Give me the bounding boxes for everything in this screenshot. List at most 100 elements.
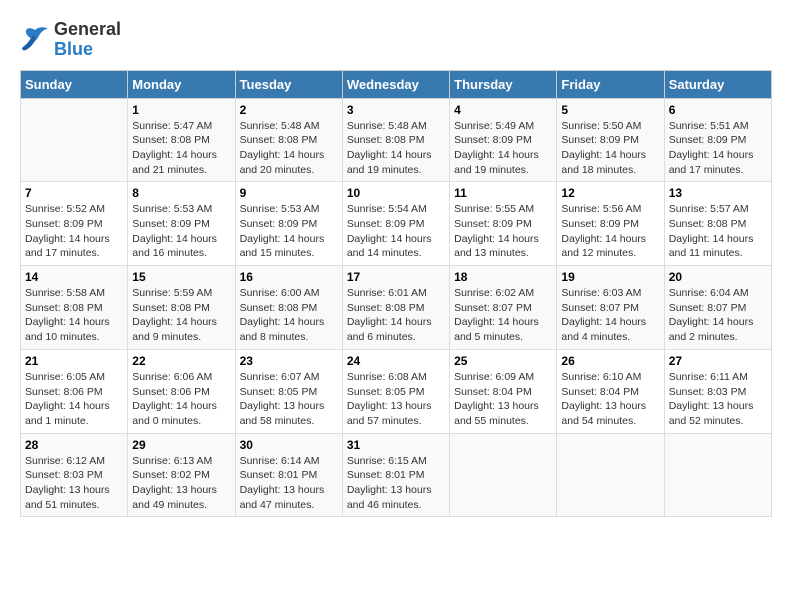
day-info: Sunrise: 5:57 AMSunset: 8:08 PMDaylight:… (669, 202, 767, 261)
day-number: 31 (347, 438, 445, 452)
day-info: Sunrise: 5:53 AMSunset: 8:09 PMDaylight:… (132, 202, 230, 261)
day-info: Sunrise: 5:58 AMSunset: 8:08 PMDaylight:… (25, 286, 123, 345)
calendar-cell: 26 Sunrise: 6:10 AMSunset: 8:04 PMDayligh… (557, 349, 664, 433)
day-info: Sunrise: 6:13 AMSunset: 8:02 PMDaylight:… (132, 454, 230, 513)
day-number: 4 (454, 103, 552, 117)
calendar-row: 21 Sunrise: 6:05 AMSunset: 8:06 PMDayligh… (21, 349, 772, 433)
calendar-cell: 18 Sunrise: 6:02 AMSunset: 8:07 PMDayligh… (450, 266, 557, 350)
day-number: 18 (454, 270, 552, 284)
logo-bird-icon (20, 26, 50, 54)
day-number: 23 (240, 354, 338, 368)
day-number: 2 (240, 103, 338, 117)
day-info: Sunrise: 6:02 AMSunset: 8:07 PMDaylight:… (454, 286, 552, 345)
day-number: 7 (25, 186, 123, 200)
day-number: 8 (132, 186, 230, 200)
calendar-cell: 28 Sunrise: 6:12 AMSunset: 8:03 PMDayligh… (21, 433, 128, 517)
day-number: 21 (25, 354, 123, 368)
calendar-cell: 30Sunrise: 6:14 AMSunset: 8:01 PMDayligh… (235, 433, 342, 517)
day-info: Sunrise: 5:59 AMSunset: 8:08 PMDaylight:… (132, 286, 230, 345)
calendar-cell: 17 Sunrise: 6:01 AMSunset: 8:08 PMDayligh… (342, 266, 449, 350)
calendar-cell: 9 Sunrise: 5:53 AMSunset: 8:09 PMDaylight… (235, 182, 342, 266)
calendar-cell: 6Sunrise: 5:51 AMSunset: 8:09 PMDaylight… (664, 98, 771, 182)
day-info: Sunrise: 5:52 AMSunset: 8:09 PMDaylight:… (25, 202, 123, 261)
day-number: 5 (561, 103, 659, 117)
logo-text-blue: Blue (54, 40, 121, 60)
calendar-cell: 15 Sunrise: 5:59 AMSunset: 8:08 PMDayligh… (128, 266, 235, 350)
calendar-row: 28 Sunrise: 6:12 AMSunset: 8:03 PMDayligh… (21, 433, 772, 517)
day-info: Sunrise: 5:48 AMSunset: 8:08 PMDaylight:… (347, 119, 445, 178)
calendar-row: 14 Sunrise: 5:58 AMSunset: 8:08 PMDayligh… (21, 266, 772, 350)
day-info: Sunrise: 6:09 AMSunset: 8:04 PMDaylight:… (454, 370, 552, 429)
column-header-tuesday: Tuesday (235, 70, 342, 98)
column-header-sunday: Sunday (21, 70, 128, 98)
page-header: General Blue (20, 20, 772, 60)
day-number: 6 (669, 103, 767, 117)
calendar-cell: 27Sunrise: 6:11 AMSunset: 8:03 PMDayligh… (664, 349, 771, 433)
day-number: 26 (561, 354, 659, 368)
calendar-cell: 24Sunrise: 6:08 AMSunset: 8:05 PMDayligh… (342, 349, 449, 433)
calendar-cell: 19Sunrise: 6:03 AMSunset: 8:07 PMDayligh… (557, 266, 664, 350)
calendar-cell: 12Sunrise: 5:56 AMSunset: 8:09 PMDayligh… (557, 182, 664, 266)
day-info: Sunrise: 6:07 AMSunset: 8:05 PMDaylight:… (240, 370, 338, 429)
calendar-cell: 29 Sunrise: 6:13 AMSunset: 8:02 PMDayligh… (128, 433, 235, 517)
day-info: Sunrise: 6:12 AMSunset: 8:03 PMDaylight:… (25, 454, 123, 513)
day-info: Sunrise: 6:06 AMSunset: 8:06 PMDaylight:… (132, 370, 230, 429)
day-number: 15 (132, 270, 230, 284)
calendar-cell (664, 433, 771, 517)
calendar-row: 7 Sunrise: 5:52 AMSunset: 8:09 PMDaylight… (21, 182, 772, 266)
calendar-cell: 2 Sunrise: 5:48 AMSunset: 8:08 PMDaylight… (235, 98, 342, 182)
day-number: 19 (561, 270, 659, 284)
day-number: 17 (347, 270, 445, 284)
day-number: 13 (669, 186, 767, 200)
day-info: Sunrise: 6:01 AMSunset: 8:08 PMDaylight:… (347, 286, 445, 345)
day-info: Sunrise: 5:47 AMSunset: 8:08 PMDaylight:… (132, 119, 230, 178)
day-number: 12 (561, 186, 659, 200)
day-info: Sunrise: 5:53 AMSunset: 8:09 PMDaylight:… (240, 202, 338, 261)
calendar-cell: 8 Sunrise: 5:53 AMSunset: 8:09 PMDaylight… (128, 182, 235, 266)
calendar-cell (21, 98, 128, 182)
calendar-cell: 21 Sunrise: 6:05 AMSunset: 8:06 PMDayligh… (21, 349, 128, 433)
calendar-cell: 22 Sunrise: 6:06 AMSunset: 8:06 PMDayligh… (128, 349, 235, 433)
day-number: 14 (25, 270, 123, 284)
day-number: 25 (454, 354, 552, 368)
calendar-cell: 11 Sunrise: 5:55 AMSunset: 8:09 PMDayligh… (450, 182, 557, 266)
calendar-cell: 3 Sunrise: 5:48 AMSunset: 8:08 PMDaylight… (342, 98, 449, 182)
day-number: 9 (240, 186, 338, 200)
day-number: 28 (25, 438, 123, 452)
day-number: 20 (669, 270, 767, 284)
day-number: 27 (669, 354, 767, 368)
day-number: 3 (347, 103, 445, 117)
day-number: 10 (347, 186, 445, 200)
day-info: Sunrise: 6:04 AMSunset: 8:07 PMDaylight:… (669, 286, 767, 345)
calendar-cell: 16 Sunrise: 6:00 AMSunset: 8:08 PMDayligh… (235, 266, 342, 350)
day-number: 24 (347, 354, 445, 368)
calendar-table: SundayMondayTuesdayWednesdayThursdayFrid… (20, 70, 772, 518)
day-info: Sunrise: 5:50 AMSunset: 8:09 PMDaylight:… (561, 119, 659, 178)
calendar-cell: 23 Sunrise: 6:07 AMSunset: 8:05 PMDayligh… (235, 349, 342, 433)
column-header-monday: Monday (128, 70, 235, 98)
day-info: Sunrise: 5:55 AMSunset: 8:09 PMDaylight:… (454, 202, 552, 261)
day-info: Sunrise: 6:00 AMSunset: 8:08 PMDaylight:… (240, 286, 338, 345)
day-number: 29 (132, 438, 230, 452)
calendar-cell: 25 Sunrise: 6:09 AMSunset: 8:04 PMDayligh… (450, 349, 557, 433)
day-number: 11 (454, 186, 552, 200)
calendar-cell (557, 433, 664, 517)
day-number: 16 (240, 270, 338, 284)
calendar-cell: 13 Sunrise: 5:57 AMSunset: 8:08 PMDayligh… (664, 182, 771, 266)
day-info: Sunrise: 6:10 AMSunset: 8:04 PMDaylight:… (561, 370, 659, 429)
calendar-cell: 1 Sunrise: 5:47 AMSunset: 8:08 PMDaylight… (128, 98, 235, 182)
column-header-thursday: Thursday (450, 70, 557, 98)
calendar-cell: 10 Sunrise: 5:54 AMSunset: 8:09 PMDayligh… (342, 182, 449, 266)
day-number: 30 (240, 438, 338, 452)
logo-text-general: General (54, 20, 121, 40)
calendar-row: 1 Sunrise: 5:47 AMSunset: 8:08 PMDaylight… (21, 98, 772, 182)
day-info: Sunrise: 6:05 AMSunset: 8:06 PMDaylight:… (25, 370, 123, 429)
day-number: 1 (132, 103, 230, 117)
day-info: Sunrise: 5:54 AMSunset: 8:09 PMDaylight:… (347, 202, 445, 261)
day-info: Sunrise: 6:15 AMSunset: 8:01 PMDaylight:… (347, 454, 445, 513)
calendar-body: 1 Sunrise: 5:47 AMSunset: 8:08 PMDaylight… (21, 98, 772, 517)
calendar-cell: 14 Sunrise: 5:58 AMSunset: 8:08 PMDayligh… (21, 266, 128, 350)
day-number: 22 (132, 354, 230, 368)
day-info: Sunrise: 5:48 AMSunset: 8:08 PMDaylight:… (240, 119, 338, 178)
calendar-cell: 5 Sunrise: 5:50 AMSunset: 8:09 PMDaylight… (557, 98, 664, 182)
